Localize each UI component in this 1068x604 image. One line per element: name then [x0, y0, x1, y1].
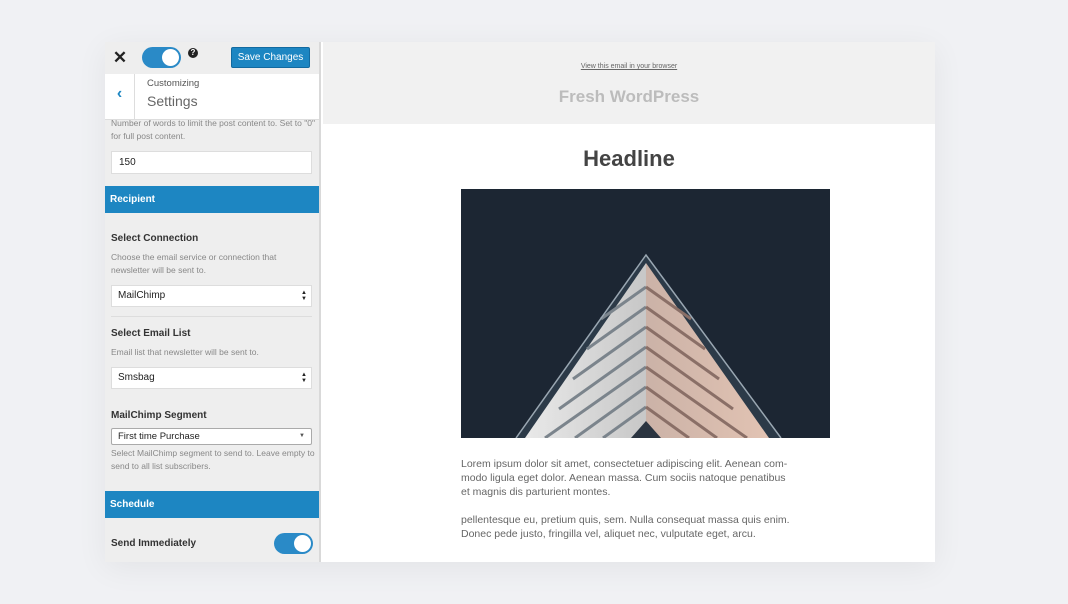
building-illustration: [461, 189, 830, 438]
segment-select[interactable]: First time Purchase ▼: [111, 428, 312, 445]
customizer-topbar: ✕ ? Save Changes: [105, 42, 319, 74]
schedule-section-header[interactable]: Schedule: [105, 491, 319, 518]
body-paragraph-1: Lorem ipsum dolor sit amet, consectetuer…: [461, 457, 833, 499]
connection-select[interactable]: MailChimp ▲ ▼: [111, 285, 312, 307]
send-immediately-toggle[interactable]: [274, 533, 313, 554]
customizer-window: ✕ ? Save Changes ‹ Customizing Settings …: [105, 42, 935, 562]
select-email-list-description: Email list that newsletter will be sent …: [111, 347, 259, 357]
email-preview: View this email in your browser Fresh Wo…: [323, 42, 935, 562]
recipient-section-header[interactable]: Recipient: [105, 186, 319, 213]
select-connection-label: Select Connection: [111, 233, 199, 244]
select-arrows-icon: ▲ ▼: [301, 372, 307, 384]
text-line: modo ligula eget dolor. Aenean massa. Cu…: [461, 472, 786, 484]
mailchimp-segment-description: Select MailChimp segment to send to. Lea…: [111, 448, 315, 471]
word-limit-input[interactable]: 150: [111, 151, 312, 174]
save-changes-button[interactable]: Save Changes: [231, 47, 310, 68]
mailchimp-segment-label: MailChimp Segment: [111, 410, 207, 421]
select-connection-description: Choose the email service or connection t…: [111, 252, 277, 275]
text-line: et magnis dis parturient montes.: [461, 486, 611, 498]
hero-image: [461, 189, 830, 438]
word-limit-description: Number of words to limit the post conten…: [111, 118, 315, 141]
toggle-knob: [162, 49, 179, 66]
back-arrow-icon[interactable]: ‹: [105, 74, 135, 120]
site-name: Fresh WordPress: [558, 87, 700, 106]
select-email-list-label: Select Email List: [111, 328, 191, 339]
preview-toggle[interactable]: [142, 47, 181, 68]
panel-title: Settings: [147, 93, 198, 109]
view-in-browser-link[interactable]: View this email in your browser: [323, 63, 935, 70]
close-icon[interactable]: ✕: [112, 48, 128, 68]
body-paragraph-2: pellentesque eu, pretium quis, sem. Null…: [461, 513, 833, 541]
send-immediately-label: Send Immediately: [111, 538, 197, 549]
help-icon[interactable]: ?: [188, 48, 198, 58]
customizer-sidebar: ✕ ? Save Changes ‹ Customizing Settings …: [105, 42, 321, 562]
email-list-select[interactable]: Smsbag ▲ ▼: [111, 367, 312, 389]
toggle-knob: [294, 535, 311, 552]
divider: [111, 316, 312, 317]
email-headline: Headline: [583, 146, 675, 171]
chevron-down-icon: ▼: [299, 433, 305, 439]
text-line: Lorem ipsum dolor sit amet, consectetuer…: [461, 458, 788, 470]
text-line: pellentesque eu, pretium quis, sem. Null…: [461, 514, 790, 526]
text-line: Donec pede justo, fringilla vel, aliquet…: [461, 528, 756, 540]
email-header: View this email in your browser Fresh Wo…: [323, 42, 935, 124]
customizing-label: Customizing: [147, 78, 200, 89]
connection-select-value: MailChimp: [118, 290, 166, 301]
select-arrows-icon: ▲ ▼: [301, 290, 307, 302]
email-list-select-value: Smsbag: [118, 372, 155, 383]
segment-select-value: First time Purchase: [118, 431, 200, 442]
customize-header: ‹ Customizing Settings: [105, 74, 319, 120]
